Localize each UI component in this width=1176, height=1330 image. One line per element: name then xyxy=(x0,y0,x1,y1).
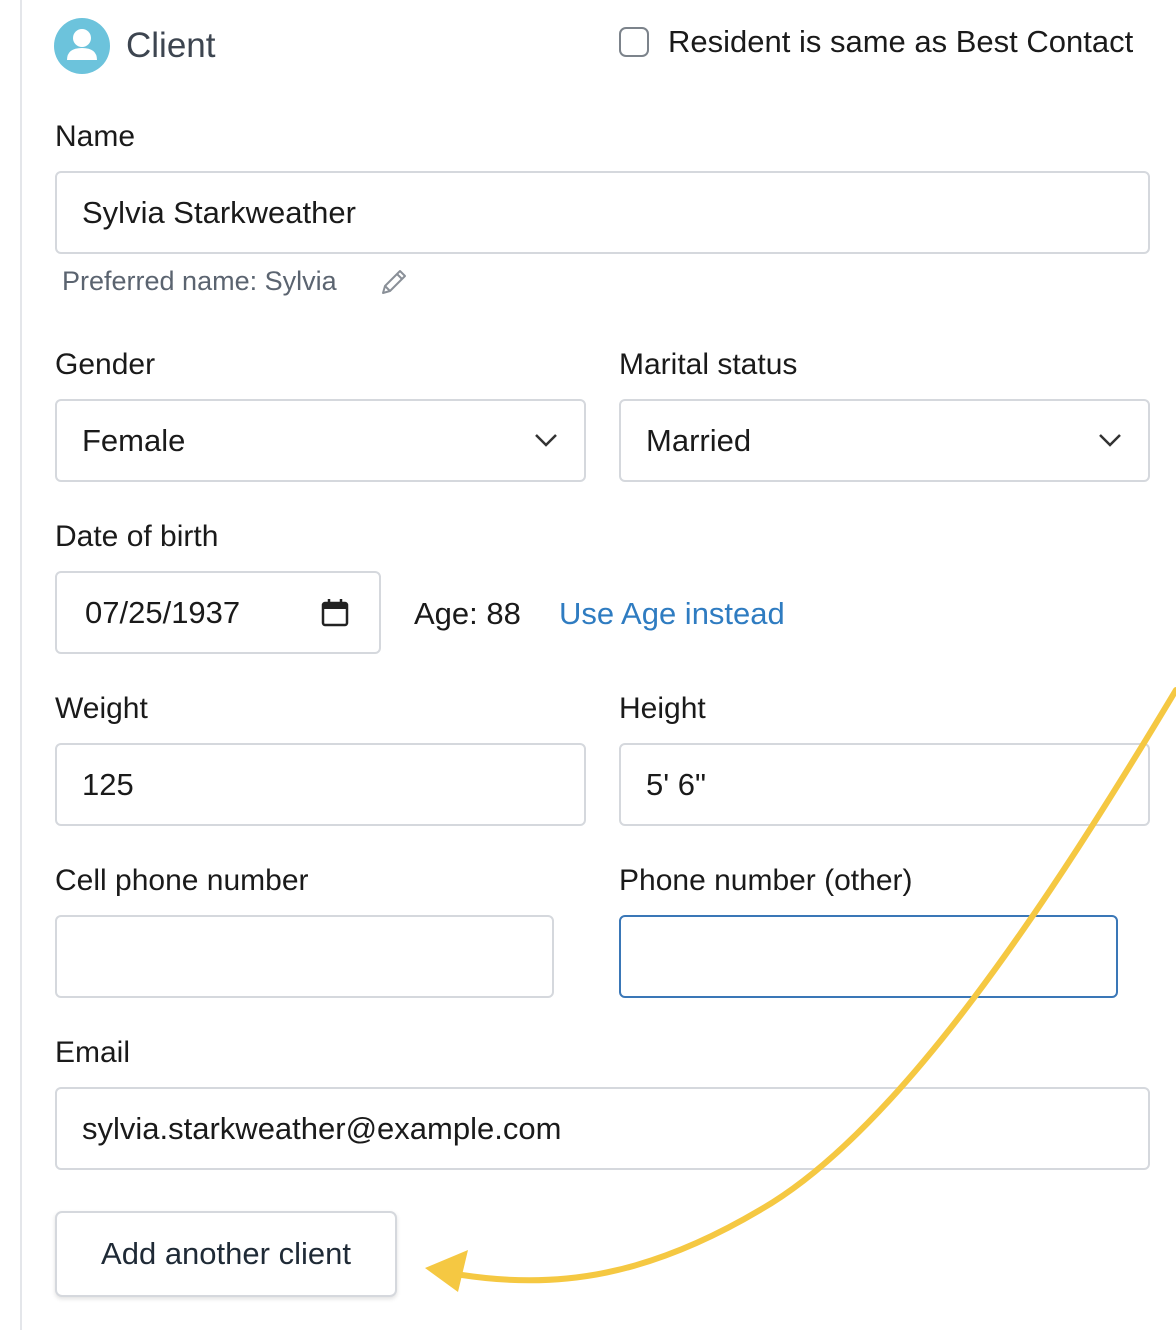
section-title: Client xyxy=(126,26,216,65)
preferred-name-text: Preferred name: Sylvia xyxy=(62,266,337,296)
panel-left-border xyxy=(20,0,22,1330)
chevron-down-icon xyxy=(535,433,557,447)
gender-select-value: Female xyxy=(82,422,186,458)
height-input-value: 5' 6" xyxy=(646,766,707,802)
marital-status-select-value: Married xyxy=(646,422,752,458)
email-label: Email xyxy=(55,1036,131,1069)
use-age-instead-link[interactable]: Use Age instead xyxy=(559,596,785,632)
dob-label: Date of birth xyxy=(55,520,219,553)
gender-select[interactable]: Female xyxy=(55,399,586,482)
marital-status-label: Marital status xyxy=(619,348,798,381)
marital-status-select[interactable]: Married xyxy=(619,399,1150,482)
height-label: Height xyxy=(619,692,706,725)
cell-phone-input[interactable] xyxy=(55,915,554,998)
gender-label: Gender xyxy=(55,348,156,381)
user-avatar-icon xyxy=(54,18,110,74)
other-phone-input[interactable] xyxy=(619,915,1118,998)
weight-input-value: 125 xyxy=(82,766,134,802)
name-input-value: Sylvia Starkweather xyxy=(82,194,356,230)
add-another-client-button[interactable]: Add another client xyxy=(55,1211,397,1297)
height-input[interactable]: 5' 6" xyxy=(619,743,1150,826)
pencil-icon[interactable] xyxy=(378,266,410,303)
calendar-icon[interactable] xyxy=(321,598,349,628)
weight-input[interactable]: 125 xyxy=(55,743,586,826)
name-label: Name xyxy=(55,120,136,153)
email-input[interactable]: sylvia.starkweather@example.com xyxy=(55,1087,1150,1170)
cell-phone-label: Cell phone number xyxy=(55,864,309,897)
dob-input[interactable]: 07/25/1937 xyxy=(55,571,381,654)
other-phone-label: Phone number (other) xyxy=(619,864,913,897)
email-input-value: sylvia.starkweather@example.com xyxy=(82,1110,562,1146)
chevron-down-icon xyxy=(1099,433,1121,447)
weight-label: Weight xyxy=(55,692,148,725)
name-input[interactable]: Sylvia Starkweather xyxy=(55,171,1150,254)
resident-same-checkbox[interactable] xyxy=(619,27,649,57)
age-text: Age: 88 xyxy=(414,596,521,631)
resident-same-label[interactable]: Resident is same as Best Contact xyxy=(668,24,1133,60)
dob-input-value: 07/25/1937 xyxy=(85,594,241,630)
